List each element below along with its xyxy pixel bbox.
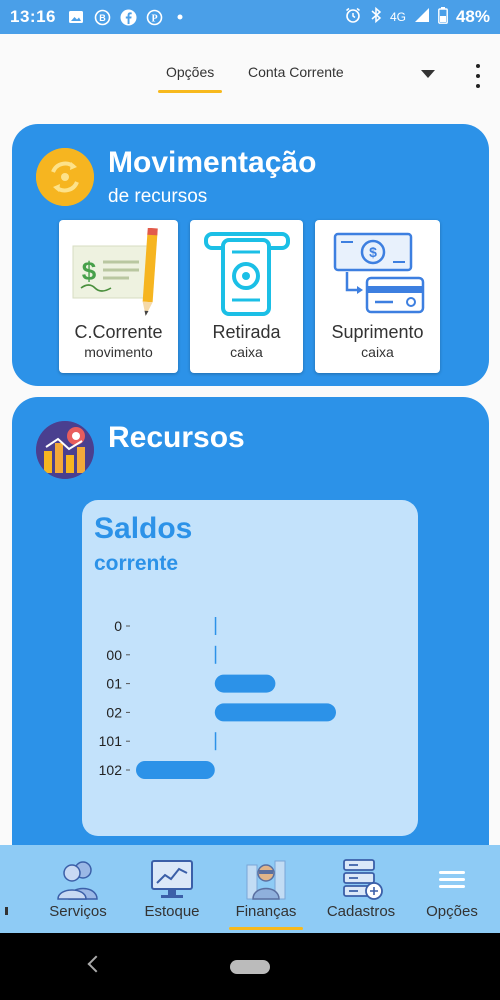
tile-retirada-sub: caixa	[230, 344, 263, 360]
status-bar: 13:16 B P 4G 48%	[0, 0, 500, 34]
notification-icons: B P	[68, 9, 189, 26]
bluetooth-icon	[370, 6, 382, 28]
finance-person-icon	[243, 857, 289, 901]
nav-servicos-label: Serviços	[49, 903, 107, 920]
dot-icon	[172, 9, 189, 26]
nav-servicos[interactable]: Serviços	[40, 845, 116, 933]
dropdown-caret-icon[interactable]	[421, 70, 435, 78]
movimentacao-card: Movimentação de recursos $ C.Corrente mo…	[12, 124, 489, 386]
saldos-bar-chart: 0000102101102	[99, 617, 336, 779]
bar[interactable]	[214, 703, 336, 722]
battery-icon	[438, 6, 448, 28]
tab-opcoes[interactable]: Opções	[157, 64, 223, 93]
tile-c-corrente-sub: movimento	[84, 344, 153, 360]
image-icon	[68, 9, 85, 26]
bar[interactable]	[214, 645, 217, 664]
check-pencil-icon: $	[59, 227, 178, 320]
signal-icon	[414, 7, 430, 27]
atm-withdraw-icon	[190, 228, 303, 320]
menu-icon	[429, 857, 475, 901]
bar[interactable]	[214, 732, 217, 751]
battery-percent: 48%	[455, 7, 490, 26]
nav-estoque[interactable]: Estoque	[138, 845, 206, 933]
network-type: 4G	[389, 10, 406, 24]
svg-text:$: $	[82, 256, 97, 286]
nav-financas-label: Finanças	[229, 903, 303, 930]
tab-conta-corrente[interactable]: Conta Corrente	[248, 64, 344, 80]
alarm-icon	[344, 6, 362, 28]
nav-financas[interactable]: Finanças	[229, 845, 303, 933]
tile-suprimento[interactable]: $ Suprimento caixa	[315, 220, 440, 373]
b-badge-icon: B	[94, 9, 111, 26]
cash-to-card-icon: $	[315, 228, 440, 320]
y-tick-label: 102	[99, 762, 123, 778]
status-time: 13:16	[10, 7, 56, 26]
tile-suprimento-label: Suprimento	[331, 322, 424, 342]
bar[interactable]	[136, 761, 215, 779]
tile-c-corrente[interactable]: $ C.Corrente movimento	[59, 220, 178, 373]
nav-opcoes[interactable]: Opções	[420, 845, 484, 933]
more-options-icon[interactable]	[473, 64, 483, 88]
server-list-icon	[338, 857, 384, 901]
system-indicators: 4G 48%	[344, 6, 490, 28]
recursos-title: Recursos	[108, 421, 245, 454]
home-pill-icon[interactable]	[230, 960, 270, 974]
y-tick-label: 101	[99, 733, 123, 749]
y-tick-label: 0	[114, 618, 122, 634]
people-icon	[55, 857, 101, 901]
y-tick-label: 02	[106, 704, 122, 720]
chart-monitor-icon	[149, 857, 195, 901]
top-app-bar: Opções Conta Corrente	[0, 34, 500, 100]
svg-text:B: B	[99, 13, 106, 23]
exchange-arrows-icon	[36, 148, 94, 206]
facebook-icon	[120, 9, 137, 26]
movimentacao-subtitle: de recursos	[108, 186, 208, 207]
bar[interactable]	[214, 617, 217, 635]
nav-opcoes-label: Opções	[426, 903, 478, 920]
system-navigation-bar	[0, 933, 500, 1000]
movimentacao-title: Movimentação	[108, 146, 317, 179]
nav-cadastros[interactable]: Cadastros	[322, 845, 400, 933]
pinterest-icon: P	[146, 9, 163, 26]
saldos-panel: Saldos corrente 0 00 01 02 101 102	[82, 500, 418, 836]
bar[interactable]	[214, 674, 276, 693]
y-tick-label: 01	[106, 676, 122, 692]
tile-retirada-label: Retirada	[212, 322, 281, 342]
y-tick-label: 00	[106, 647, 122, 663]
svg-text:$: $	[369, 244, 377, 260]
tile-c-corrente-label: C.Corrente	[74, 322, 163, 342]
finance-chart-icon	[36, 421, 94, 479]
bottom-navigation: Serviços Estoque Finanças Cadastros Opçõ…	[0, 845, 500, 933]
tile-retirada[interactable]: Retirada caixa	[190, 220, 303, 373]
nav-scroll-indicator	[5, 907, 8, 915]
nav-cadastros-label: Cadastros	[326, 903, 396, 920]
back-icon[interactable]	[87, 955, 105, 973]
tile-suprimento-sub: caixa	[361, 344, 394, 360]
svg-text:P: P	[151, 13, 157, 24]
nav-estoque-label: Estoque	[144, 903, 200, 920]
